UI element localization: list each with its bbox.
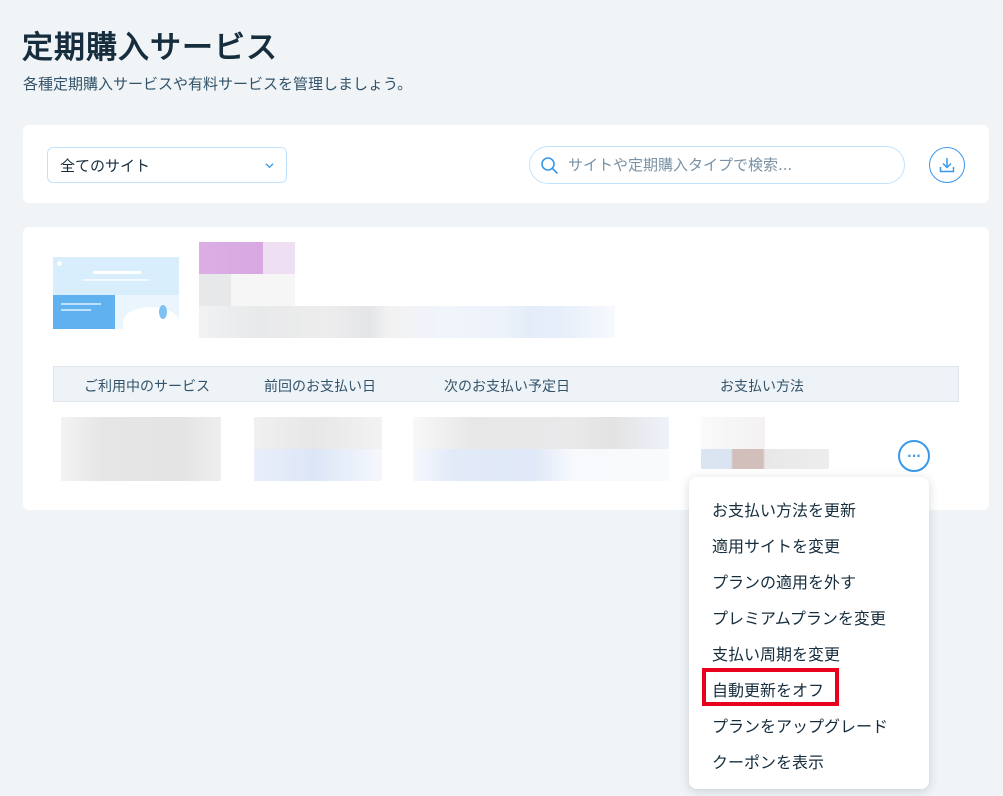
subscription-card: ご利用中のサービス 前回のお支払い日 次のお支払い予定日 お支払い方法 ··· xyxy=(23,227,989,510)
blurred-cell-payment-method-2 xyxy=(701,449,829,469)
actions-menu: お支払い方法を更新 適用サイトを変更 プランの適用を外す プレミアムプランを変更… xyxy=(689,477,929,789)
menu-item-unassign-plan[interactable]: プランの適用を外す xyxy=(712,569,856,593)
blurred-cell-last-payment xyxy=(254,417,382,449)
blurred-site-url xyxy=(199,306,615,338)
table-header: ご利用中のサービス 前回のお支払い日 次のお支払い予定日 お支払い方法 xyxy=(53,366,959,402)
search-icon xyxy=(541,157,558,174)
blurred-cell-next-payment-2 xyxy=(413,449,669,481)
filter-card: 全てのサイト xyxy=(23,125,989,203)
blurred-cell-payment-method xyxy=(701,417,765,449)
page-subtitle: 各種定期購入サービスや有料サービスを管理しましょう。 xyxy=(23,75,413,93)
download-button[interactable] xyxy=(929,147,965,183)
blurred-cell-last-payment-2 xyxy=(254,449,382,481)
site-select[interactable]: 全てのサイト xyxy=(47,147,287,183)
site-thumbnail xyxy=(53,257,179,329)
column-header-payment-method: お支払い方法 xyxy=(720,379,804,395)
menu-item-upgrade-plan[interactable]: プランをアップグレード xyxy=(712,713,888,737)
more-actions-button[interactable]: ··· xyxy=(898,440,930,472)
column-header-next-payment: 次のお支払い予定日 xyxy=(444,379,570,395)
search-box[interactable] xyxy=(529,146,905,184)
blurred-site-info xyxy=(199,274,295,306)
menu-item-change-site[interactable]: 適用サイトを変更 xyxy=(712,533,840,557)
search-input[interactable] xyxy=(568,156,888,174)
blurred-site-name xyxy=(199,242,295,274)
chevron-down-icon xyxy=(265,163,274,169)
blurred-cell-next-payment xyxy=(413,417,669,449)
blurred-cell-service xyxy=(61,417,221,481)
page-title: 定期購入サービス xyxy=(22,30,278,66)
highlight-box xyxy=(702,668,839,706)
download-icon xyxy=(939,158,955,173)
menu-item-update-payment-method[interactable]: お支払い方法を更新 xyxy=(712,497,856,521)
menu-item-change-billing-cycle[interactable]: 支払い周期を変更 xyxy=(712,641,840,665)
column-header-last-payment: 前回のお支払い日 xyxy=(264,379,376,395)
menu-item-change-premium-plan[interactable]: プレミアムプランを変更 xyxy=(712,605,886,629)
menu-item-show-coupon[interactable]: クーポンを表示 xyxy=(712,749,824,773)
site-select-value: 全てのサイト xyxy=(60,156,151,175)
column-header-service: ご利用中のサービス xyxy=(84,379,210,395)
